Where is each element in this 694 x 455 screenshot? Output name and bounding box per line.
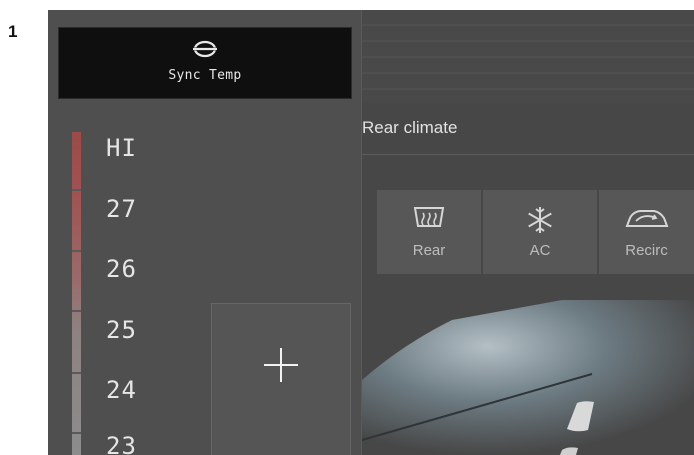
sync-temp-button[interactable]: Sync Temp bbox=[58, 27, 352, 99]
sync-temp-icon bbox=[191, 40, 219, 58]
temp-level-27[interactable]: 27 bbox=[106, 195, 137, 223]
rear-defrost-label: Rear bbox=[412, 242, 446, 259]
temp-level-25[interactable]: 25 bbox=[106, 316, 137, 344]
sync-temp-label: Sync Temp bbox=[168, 68, 242, 83]
recirc-label: Recirc bbox=[625, 242, 668, 259]
step-number: 1 bbox=[8, 22, 18, 41]
background-stripes bbox=[362, 10, 694, 102]
rear-climate-title: Rear climate bbox=[362, 118, 458, 137]
temp-level-23[interactable]: 23 bbox=[106, 432, 137, 455]
ac-label: AC bbox=[529, 242, 551, 259]
rear-defrost-button[interactable]: Rear bbox=[377, 190, 483, 274]
temp-level-24[interactable]: 24 bbox=[106, 376, 137, 404]
recirc-button[interactable]: Recirc bbox=[599, 190, 694, 274]
ac-button[interactable]: AC bbox=[483, 190, 599, 274]
driver-climate-column: Sync Temp HI 27 26 25 24 23 bbox=[48, 10, 362, 455]
rear-seat-illustration bbox=[362, 300, 694, 455]
rear-defrost-icon bbox=[413, 207, 445, 227]
plus-icon-vertical bbox=[280, 348, 282, 382]
divider bbox=[362, 154, 694, 155]
temp-level-hi[interactable]: HI bbox=[106, 134, 137, 162]
recirculation-icon bbox=[625, 210, 668, 227]
rear-climate-panel: Rear climate Rear AC Recirc bbox=[362, 10, 694, 455]
climate-screen: Sync Temp HI 27 26 25 24 23 Rear climate bbox=[48, 10, 694, 455]
ac-snowflake-icon bbox=[528, 207, 552, 233]
increase-temp-button[interactable] bbox=[211, 303, 351, 455]
temperature-bar[interactable] bbox=[72, 132, 81, 455]
temp-level-26[interactable]: 26 bbox=[106, 255, 137, 283]
